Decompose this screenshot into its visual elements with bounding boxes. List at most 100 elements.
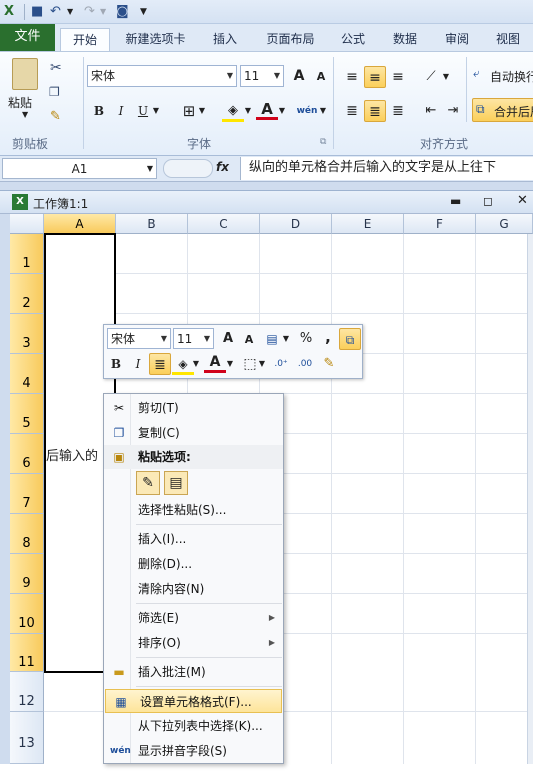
menu-item-delete[interactable]: 删除(D)...	[104, 552, 283, 576]
column-header-b[interactable]: B	[116, 214, 188, 234]
grow-font-icon[interactable]: A	[217, 328, 239, 350]
font-name-combo[interactable]: 宋体 ▼	[87, 65, 237, 87]
row-header-1[interactable]: 1	[10, 234, 44, 274]
tab-insert[interactable]: 插入	[205, 28, 245, 51]
undo-icon[interactable]: ↶	[50, 4, 61, 20]
undo-dropdown-icon[interactable]: ▼	[67, 4, 73, 20]
tab-new[interactable]: 新建选项卡	[118, 28, 193, 51]
name-box[interactable]: A1 ▼	[2, 158, 157, 179]
shrink-font-button[interactable]: A	[310, 66, 332, 88]
format-painter-icon[interactable]: ✎	[50, 109, 61, 124]
formula-input[interactable]: 纵向的单元格合并后输入的文字是从上往下	[240, 157, 533, 180]
menu-item-format-cells[interactable]: ▦ 设置单元格格式(F)...	[105, 689, 282, 713]
mini-italic-button[interactable]: I	[127, 353, 149, 375]
tab-view[interactable]: 视图	[488, 28, 528, 51]
menu-item-sort[interactable]: 排序(O) ▶	[104, 631, 283, 655]
merge-center-button[interactable]: ⧉ 合并后居中	[472, 98, 533, 122]
column-header-f[interactable]: F	[404, 214, 476, 234]
row-header-2[interactable]: 2	[10, 274, 44, 314]
tab-home[interactable]: 开始	[60, 28, 110, 51]
decrease-decimal-icon[interactable]: .00	[294, 353, 316, 375]
paste-option-icon[interactable]: ✎	[136, 471, 160, 495]
align-center-icon[interactable]: ≣	[364, 100, 386, 122]
menu-item-copy[interactable]: ❐ 复制(C)	[104, 421, 283, 445]
row-header-11[interactable]: 11	[10, 634, 44, 672]
mini-borders-dropdown-icon[interactable]: ▼	[256, 353, 268, 375]
menu-item-insert-comment[interactable]: ▬ 插入批注(M)	[104, 660, 283, 684]
mini-font-color-icon[interactable]: A	[204, 351, 226, 373]
insert-function-button[interactable]: fx	[216, 160, 229, 174]
number-format-dropdown-icon[interactable]: ▼	[280, 328, 292, 350]
customize-qat-icon[interactable]: ▼	[140, 4, 147, 20]
row-header-12[interactable]: 12	[10, 672, 44, 712]
paste-button[interactable]: 粘贴	[8, 94, 32, 111]
align-middle-icon[interactable]: ≡	[364, 66, 386, 88]
italic-button[interactable]: I	[110, 100, 132, 122]
row-header-10[interactable]: 10	[10, 594, 44, 634]
column-header-g[interactable]: G	[476, 214, 533, 234]
menu-item-phonetic[interactable]: wén 显示拼音字段(S)	[104, 739, 283, 763]
percent-button[interactable]: %	[295, 328, 317, 350]
bold-button[interactable]: B	[88, 100, 110, 122]
mini-size-combo[interactable]: 11 ▼	[173, 328, 214, 349]
row-header-8[interactable]: 8	[10, 514, 44, 554]
underline-dropdown-icon[interactable]: ▼	[150, 100, 162, 122]
vertical-scrollbar[interactable]	[527, 234, 533, 764]
align-left-icon[interactable]: ≣	[341, 100, 363, 122]
paste-icon[interactable]	[12, 58, 38, 90]
tab-formulas[interactable]: 公式	[333, 28, 373, 51]
borders-dropdown-icon[interactable]: ▼	[196, 100, 208, 122]
copy-icon[interactable]: ❐	[49, 85, 60, 99]
row-header-3[interactable]: 3	[10, 314, 44, 354]
mini-format-painter-icon[interactable]: ✎	[318, 353, 340, 375]
comma-button[interactable]: ,	[317, 326, 339, 348]
row-header-9[interactable]: 9	[10, 554, 44, 594]
orientation-icon[interactable]: ⟋	[420, 66, 442, 88]
menu-item-insert[interactable]: 插入(I)...	[104, 527, 283, 551]
align-top-icon[interactable]: ≡	[341, 66, 363, 88]
menu-item-filter[interactable]: 筛选(E) ▶	[104, 606, 283, 630]
shrink-font-icon[interactable]: A	[238, 329, 260, 351]
mini-merge-icon[interactable]: ⧉	[339, 328, 361, 350]
row-header-7[interactable]: 7	[10, 474, 44, 514]
mini-bold-button[interactable]: B	[105, 353, 127, 375]
column-header-d[interactable]: D	[260, 214, 332, 234]
mini-center-icon[interactable]: ≣	[149, 353, 171, 375]
column-header-a[interactable]: A	[44, 214, 116, 234]
minimize-icon[interactable]: ▬	[450, 194, 461, 208]
align-right-icon[interactable]: ≣	[387, 100, 409, 122]
paste-dropdown-icon[interactable]: ▼	[22, 110, 28, 119]
close-icon[interactable]: ✕	[517, 193, 528, 208]
phonetic-guide-button[interactable]: wén	[296, 100, 318, 122]
mini-font-color-dropdown-icon[interactable]: ▼	[224, 353, 236, 375]
fill-color-icon[interactable]: ◈	[222, 100, 244, 122]
tab-review[interactable]: 审阅	[437, 28, 477, 51]
fill-dropdown-icon[interactable]: ▼	[242, 100, 254, 122]
font-color-dropdown-icon[interactable]: ▼	[276, 100, 288, 122]
font-color-button[interactable]: A	[256, 98, 278, 120]
tab-page-layout[interactable]: 页面布局	[258, 28, 323, 51]
dialog-launcher-icon[interactable]: ⧉	[320, 137, 326, 147]
camera-icon[interactable]: ◙	[116, 4, 129, 20]
row-header-4[interactable]: 4	[10, 354, 44, 394]
redo-dropdown-icon[interactable]: ▼	[100, 4, 106, 20]
wrap-text-button[interactable]: 自动换行	[490, 68, 533, 85]
orientation-dropdown-icon[interactable]: ▼	[440, 66, 452, 88]
font-size-combo[interactable]: 11 ▼	[240, 65, 284, 87]
menu-item-clear[interactable]: 清除内容(N)	[104, 577, 283, 601]
phonetic-dropdown-icon[interactable]: ▼	[317, 100, 329, 122]
tab-file[interactable]: 文件	[0, 24, 55, 51]
save-icon[interactable]: ■	[31, 4, 43, 20]
row-header-5[interactable]: 5	[10, 394, 44, 434]
increase-indent-icon[interactable]: ⇥	[442, 100, 464, 122]
paste-values-icon[interactable]: ▤	[164, 471, 188, 495]
redo-icon[interactable]: ↷	[84, 4, 95, 20]
cut-icon[interactable]: ✂	[50, 60, 62, 76]
formula-splitter[interactable]	[163, 159, 213, 178]
row-header-6[interactable]: 6	[10, 434, 44, 474]
increase-decimal-icon[interactable]: .0⁺	[270, 353, 292, 375]
mini-font-combo[interactable]: 宋体 ▼	[107, 328, 171, 349]
menu-item-pick-list[interactable]: 从下拉列表中选择(K)...	[104, 714, 283, 738]
select-all-corner[interactable]	[10, 214, 44, 234]
row-header-13[interactable]: 13	[10, 712, 44, 764]
